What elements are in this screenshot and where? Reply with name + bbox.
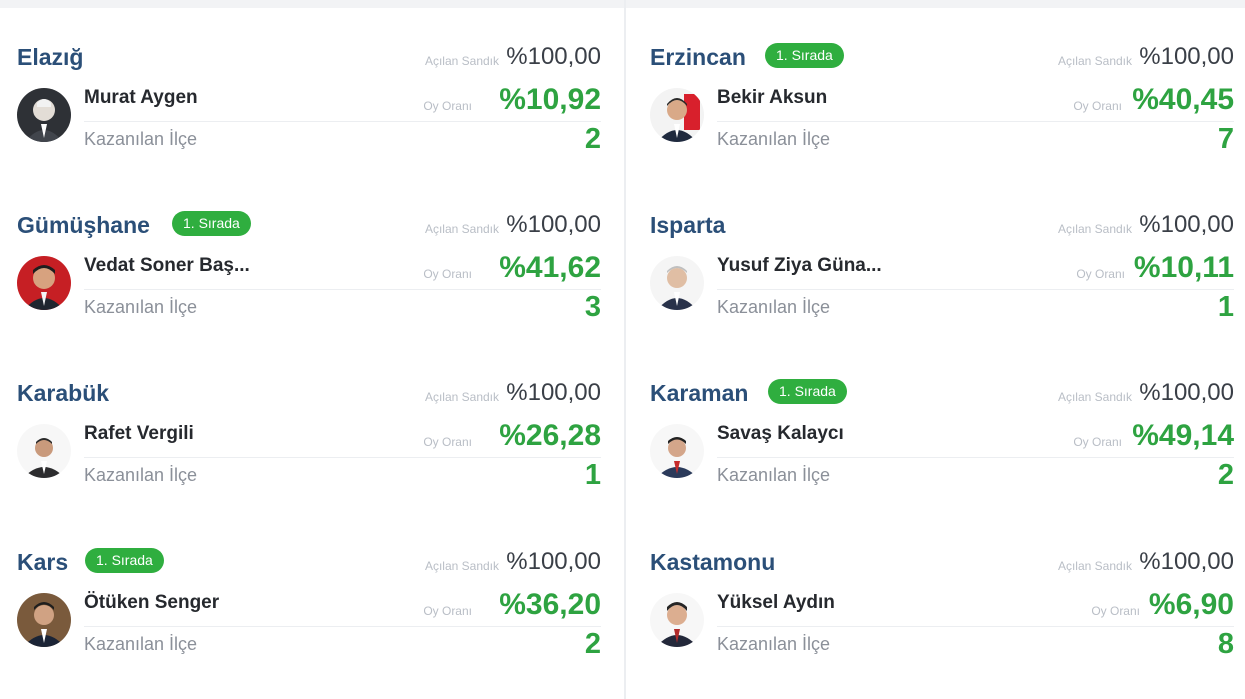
opened-boxes-label: Açılan Sandık bbox=[1057, 222, 1132, 236]
vote-rate-value: %36,20 bbox=[499, 588, 601, 621]
districts-won-label: Kazanılan İlçe bbox=[717, 634, 831, 654]
vote-rate-value: %41,62 bbox=[499, 251, 601, 284]
candidate-avatar bbox=[650, 424, 704, 478]
candidate-avatar bbox=[650, 593, 704, 647]
opened-boxes-label: Açılan Sandık bbox=[424, 54, 499, 68]
province-name[interactable]: Erzincan bbox=[650, 44, 746, 71]
opened-boxes-value: %100,00 bbox=[506, 548, 601, 575]
districts-won-value: 7 bbox=[1217, 123, 1234, 155]
vote-rate-value: %40,45 bbox=[1132, 83, 1234, 116]
province-card-karabuk[interactable]: Karabük Açılan Sandık %100,00 Rafet Verg… bbox=[17, 372, 607, 502]
province-name[interactable]: Karaman bbox=[650, 380, 748, 407]
province-name[interactable]: Isparta bbox=[650, 212, 725, 239]
vote-rate-label: Oy Oranı bbox=[423, 435, 472, 449]
row-separator bbox=[717, 626, 1234, 627]
province-card-elazig[interactable]: Elazığ Açılan Sandık %100,00 Murat Aygen… bbox=[17, 36, 607, 166]
districts-won-label: Kazanılan İlçe bbox=[84, 465, 198, 485]
row-separator bbox=[84, 121, 601, 122]
province-card-gumushane[interactable]: Gümüşhane 1. Sırada Açılan Sandık %100,0… bbox=[17, 204, 607, 334]
column-divider bbox=[624, 0, 626, 699]
candidate-name[interactable]: Vedat Soner Baş... bbox=[84, 255, 250, 277]
districts-won-label: Kazanılan İlçe bbox=[717, 129, 831, 149]
candidate-avatar bbox=[17, 256, 71, 310]
districts-won-value: 2 bbox=[584, 123, 601, 155]
province-card-kars[interactable]: Kars 1. Sırada Açılan Sandık %100,00 Ötü… bbox=[17, 541, 607, 671]
districts-won-label: Kazanılan İlçe bbox=[84, 634, 198, 654]
opened-boxes-value: %100,00 bbox=[1139, 211, 1234, 238]
province-name[interactable]: Kastamonu bbox=[650, 549, 775, 576]
candidate-name[interactable]: Murat Aygen bbox=[84, 87, 198, 109]
vote-rate-label: Oy Oranı bbox=[423, 604, 472, 618]
opened-boxes-value: %100,00 bbox=[1139, 548, 1234, 575]
province-card-erzincan[interactable]: Erzincan 1. Sırada Açılan Sandık %100,00… bbox=[650, 36, 1240, 166]
row-separator bbox=[84, 457, 601, 458]
districts-won-label: Kazanılan İlçe bbox=[84, 297, 198, 317]
districts-won-value: 1 bbox=[1217, 291, 1234, 323]
first-place-badge: 1. Sırada bbox=[85, 548, 164, 573]
districts-won-value: 2 bbox=[584, 628, 601, 660]
province-name[interactable]: Kars bbox=[17, 549, 68, 576]
districts-won-value: 3 bbox=[584, 291, 601, 323]
opened-boxes-value: %100,00 bbox=[506, 379, 601, 406]
vote-rate-value: %10,92 bbox=[499, 83, 601, 116]
districts-won-label: Kazanılan İlçe bbox=[717, 297, 831, 317]
row-separator bbox=[84, 289, 601, 290]
row-separator bbox=[717, 289, 1234, 290]
districts-won-value: 2 bbox=[1217, 459, 1234, 491]
candidate-name[interactable]: Yusuf Ziya Güna... bbox=[717, 255, 882, 277]
candidate-name[interactable]: Savaş Kalaycı bbox=[717, 423, 844, 445]
vote-rate-value: %26,28 bbox=[499, 419, 601, 452]
districts-won-value: 1 bbox=[584, 459, 601, 491]
opened-boxes-value: %100,00 bbox=[506, 211, 601, 238]
first-place-badge: 1. Sırada bbox=[172, 211, 251, 236]
candidate-name[interactable]: Bekir Aksun bbox=[717, 87, 827, 109]
first-place-badge: 1. Sırada bbox=[768, 379, 847, 404]
vote-rate-label: Oy Oranı bbox=[423, 267, 472, 281]
vote-rate-label: Oy Oranı bbox=[1073, 99, 1122, 113]
candidate-avatar bbox=[17, 424, 71, 478]
top-strip bbox=[0, 0, 1245, 8]
vote-rate-label: Oy Oranı bbox=[423, 99, 472, 113]
candidate-avatar bbox=[17, 88, 71, 142]
row-separator bbox=[717, 121, 1234, 122]
candidate-avatar bbox=[17, 593, 71, 647]
province-card-kastamonu[interactable]: Kastamonu Açılan Sandık %100,00 Yüksel A… bbox=[650, 541, 1240, 671]
opened-boxes-label: Açılan Sandık bbox=[424, 559, 499, 573]
province-card-karaman[interactable]: Karaman 1. Sırada Açılan Sandık %100,00 … bbox=[650, 372, 1240, 502]
opened-boxes-value: %100,00 bbox=[1139, 43, 1234, 70]
candidate-name[interactable]: Yüksel Aydın bbox=[717, 592, 835, 614]
opened-boxes-label: Açılan Sandık bbox=[424, 390, 499, 404]
vote-rate-label: Oy Oranı bbox=[1091, 604, 1140, 618]
opened-boxes-value: %100,00 bbox=[1139, 379, 1234, 406]
candidate-name[interactable]: Ötüken Senger bbox=[84, 592, 219, 614]
first-place-badge: 1. Sırada bbox=[765, 43, 844, 68]
vote-rate-value: %49,14 bbox=[1132, 419, 1234, 452]
districts-won-value: 8 bbox=[1217, 628, 1234, 660]
province-name[interactable]: Elazığ bbox=[17, 44, 83, 71]
districts-won-label: Kazanılan İlçe bbox=[717, 465, 831, 485]
vote-rate-value: %10,11 bbox=[1133, 251, 1234, 284]
opened-boxes-label: Açılan Sandık bbox=[1057, 559, 1132, 573]
candidate-avatar bbox=[650, 256, 704, 310]
row-separator bbox=[84, 626, 601, 627]
vote-rate-value: %6,90 bbox=[1148, 588, 1234, 621]
province-name[interactable]: Gümüşhane bbox=[17, 212, 150, 239]
vote-rate-label: Oy Oranı bbox=[1073, 435, 1122, 449]
candidate-name[interactable]: Rafet Vergili bbox=[84, 423, 194, 445]
province-card-isparta[interactable]: Isparta Açılan Sandık %100,00 Yusuf Ziya… bbox=[650, 204, 1240, 334]
row-separator bbox=[717, 457, 1234, 458]
opened-boxes-label: Açılan Sandık bbox=[1057, 390, 1132, 404]
vote-rate-label: Oy Oranı bbox=[1076, 267, 1125, 281]
province-name[interactable]: Karabük bbox=[17, 380, 109, 407]
districts-won-label: Kazanılan İlçe bbox=[84, 129, 198, 149]
opened-boxes-value: %100,00 bbox=[506, 43, 601, 70]
opened-boxes-label: Açılan Sandık bbox=[1057, 54, 1132, 68]
candidate-avatar bbox=[650, 88, 704, 142]
opened-boxes-label: Açılan Sandık bbox=[424, 222, 499, 236]
